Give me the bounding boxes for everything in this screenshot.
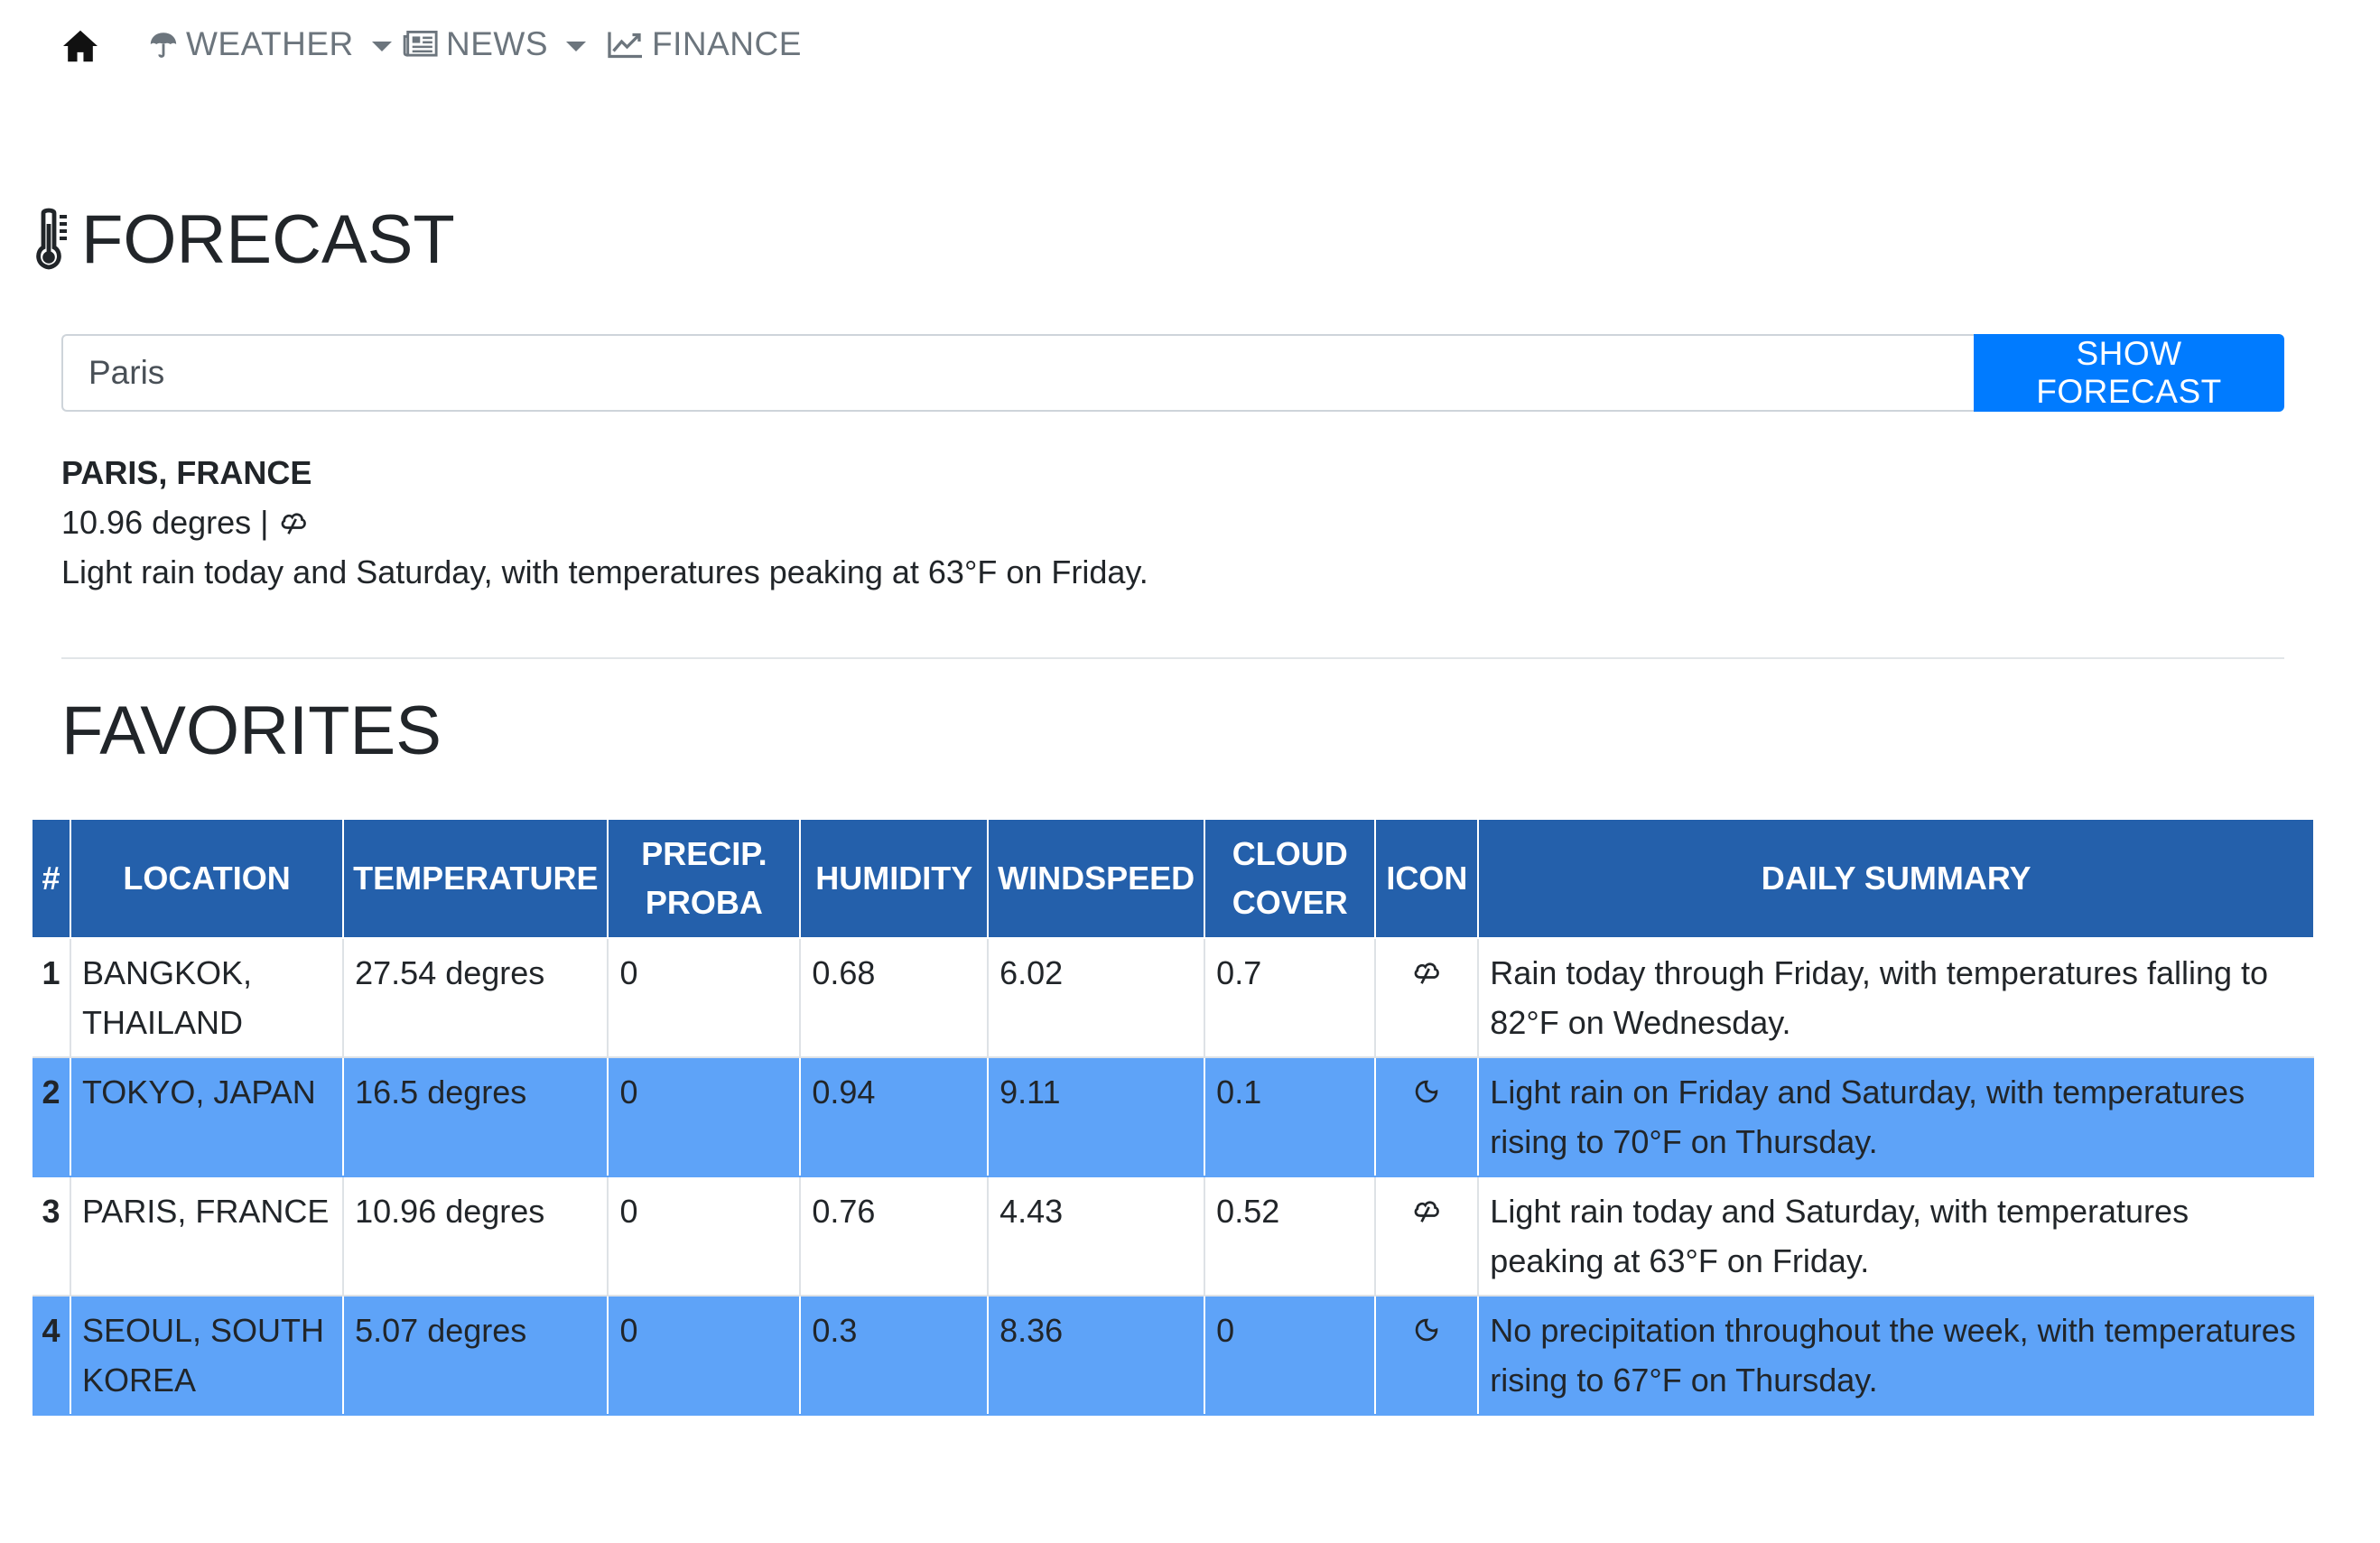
table-row[interactable]: 4 SEOUL, SOUTH KOREA 5.07 degres 0 0.3 8… [33,1296,2314,1416]
table-header-row: # LOCATION TEMPERATURE PRECIP. PROBA HUM… [33,820,2315,939]
row-humidity: 0.68 [799,938,989,1058]
col-header-precip: PRECIP. PROBA [607,820,802,939]
row-icon [1374,1296,1479,1416]
row-location: TOKYO, JAPAN [69,1057,344,1177]
chevron-down-icon [566,41,586,51]
thermometer-icon [36,208,67,269]
col-header-location: LOCATION [69,820,345,939]
row-summary: Rain today through Friday, with temperat… [1477,938,2314,1058]
col-header-icon: ICON [1374,820,1480,939]
row-precip: 0 [607,1176,801,1297]
top-navbar: WEATHER NEWS FINANCE [0,0,2380,94]
favorites-table: # LOCATION TEMPERATURE PRECIP. PROBA HUM… [33,820,2315,1416]
row-number: 4 [33,1296,70,1416]
current-forecast: PARIS, FRANCE 10.96 degres | Light rain … [61,448,1148,597]
row-summary: Light rain on Friday and Saturday, with … [1477,1057,2314,1177]
rain-cloud-icon [1414,1201,1440,1222]
table-row[interactable]: 3 PARIS, FRANCE 10.96 degres 0 0.76 4.43… [33,1176,2314,1297]
row-humidity: 0.94 [799,1057,989,1177]
row-location: BANGKOK, THAILAND [69,938,344,1058]
row-temperature: 16.5 degres [342,1057,609,1177]
row-summary: No precipitation throughout the week, wi… [1477,1296,2314,1416]
forecast-search-form: SHOW FORECAST [61,334,2284,412]
col-header-cloud-cover: CLOUD COVER [1204,820,1377,939]
forecast-title: FORECAST [29,200,455,279]
clear-night-icon [1416,1080,1438,1103]
row-summary: Light rain today and Saturday, with temp… [1477,1176,2314,1297]
row-precip: 0 [607,1057,801,1177]
row-windspeed: 9.11 [987,1057,1205,1177]
home-icon [63,30,98,62]
section-divider [61,657,2284,659]
col-header-number: # [33,820,71,939]
row-windspeed: 6.02 [987,938,1205,1058]
row-windspeed: 4.43 [987,1176,1205,1297]
col-header-windspeed: WINDSPEED [987,820,1206,939]
show-forecast-button[interactable]: SHOW FORECAST [1974,334,2284,412]
clear-night-icon [1416,1318,1438,1342]
current-temperature-line: 10.96 degres | [61,497,1148,547]
row-windspeed: 8.36 [987,1296,1205,1416]
row-cloud-cover: 0.52 [1204,1176,1376,1297]
row-number: 3 [33,1176,70,1297]
rain-cloud-icon [281,512,306,534]
row-cloud-cover: 0 [1204,1296,1376,1416]
row-humidity: 0.76 [799,1176,989,1297]
city-search-input[interactable] [61,334,1974,412]
current-location: PARIS, FRANCE [61,454,312,491]
line-chart-icon [608,32,642,59]
nav-weather[interactable]: WEATHER [148,25,392,63]
col-header-temperature: TEMPERATURE [342,820,609,939]
row-icon [1374,1057,1479,1177]
row-icon [1374,1176,1479,1297]
nav-weather-label: WEATHER [186,25,354,62]
nav-finance-label: FINANCE [652,25,802,62]
row-cloud-cover: 0.7 [1204,938,1376,1058]
row-precip: 0 [607,1296,801,1416]
row-icon [1374,938,1479,1058]
home-link[interactable] [61,29,107,63]
nav-news-label: NEWS [446,25,548,62]
table-row[interactable]: 2 TOKYO, JAPAN 16.5 degres 0 0.94 9.11 0… [33,1057,2314,1177]
rain-cloud-icon [1414,962,1440,984]
favorites-title: FAVORITES [61,692,442,769]
row-precip: 0 [607,938,801,1058]
forecast-heading-text: FORECAST [81,201,455,278]
chevron-down-icon [371,41,392,51]
col-header-summary: DAILY SUMMARY [1477,820,2315,939]
newspaper-icon [403,31,438,57]
row-location: SEOUL, SOUTH KOREA [69,1296,344,1416]
current-summary: Light rain today and Saturday, with temp… [61,553,1148,590]
nav-news[interactable]: NEWS [403,25,586,63]
table-row[interactable]: 1 BANGKOK, THAILAND 27.54 degres 0 0.68 … [33,938,2314,1058]
row-temperature: 5.07 degres [342,1296,609,1416]
row-temperature: 27.54 degres [342,938,609,1058]
current-temperature: 10.96 degres | [61,504,269,541]
row-cloud-cover: 0.1 [1204,1057,1376,1177]
row-temperature: 10.96 degres [342,1176,609,1297]
row-location: PARIS, FRANCE [69,1176,344,1297]
col-header-humidity: HUMIDITY [799,820,990,939]
row-number: 2 [33,1057,70,1177]
row-number: 1 [33,938,70,1058]
row-humidity: 0.3 [799,1296,989,1416]
umbrella-icon [150,33,177,58]
nav-finance[interactable]: FINANCE [607,25,802,63]
